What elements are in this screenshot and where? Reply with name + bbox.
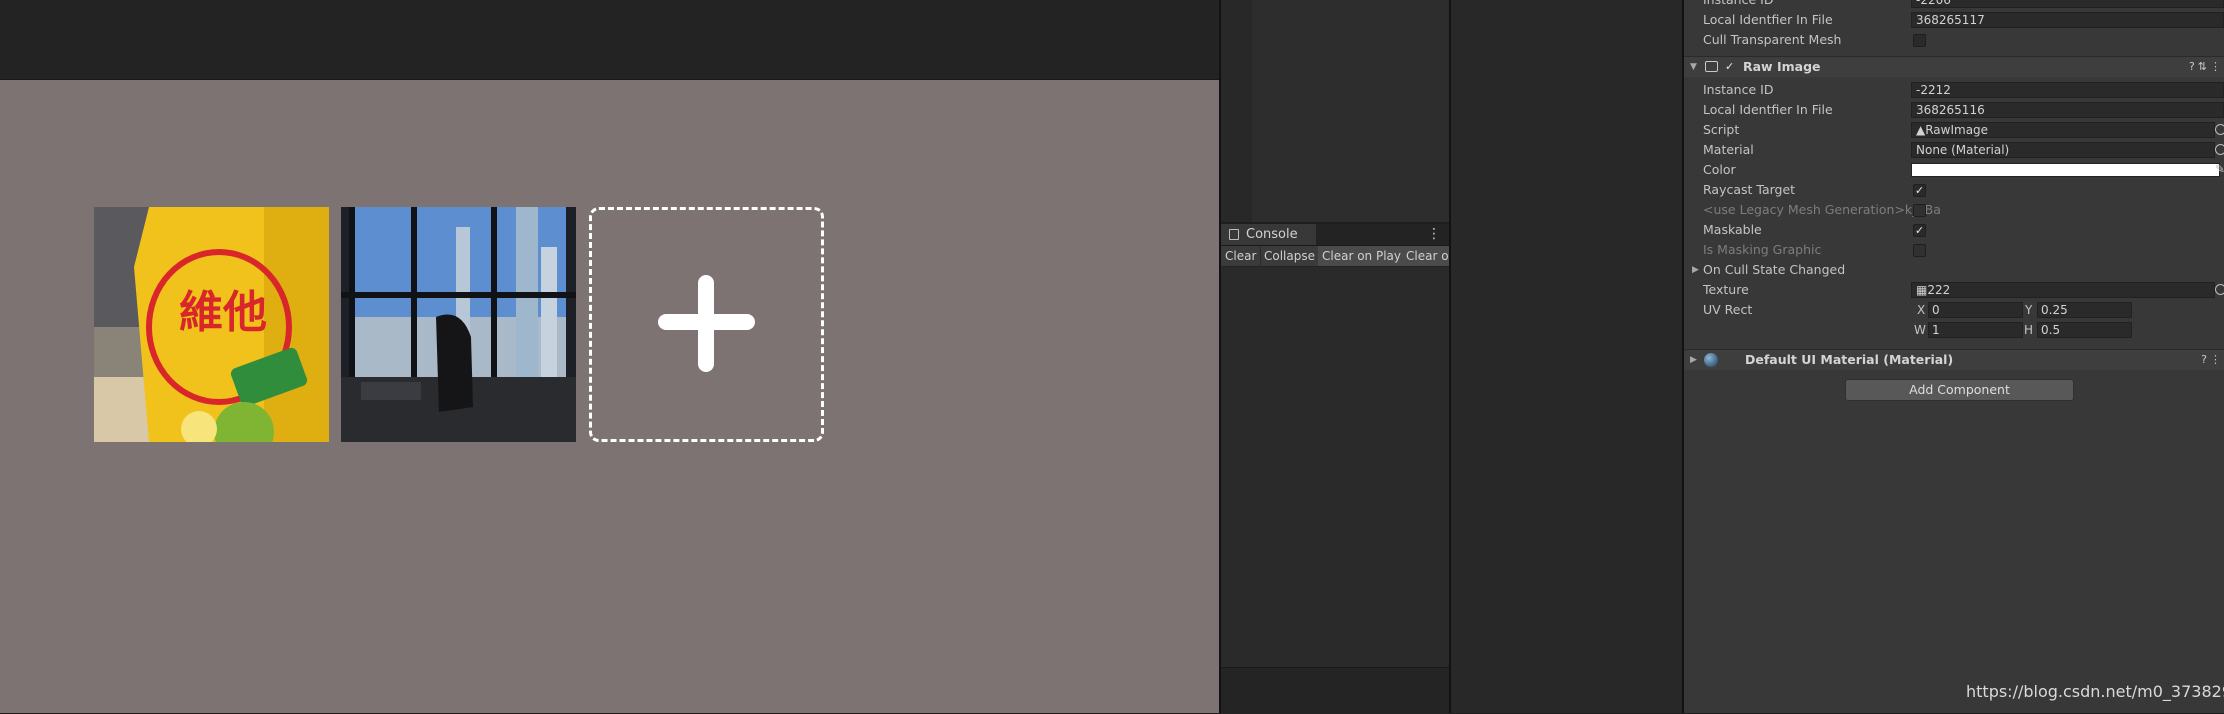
local-id-field[interactable]: 368265117 bbox=[1911, 12, 2224, 28]
expand-arrow-icon[interactable]: ▶ bbox=[1692, 260, 1699, 280]
instance-id-field[interactable]: -2212 bbox=[1911, 82, 2224, 98]
game-view-toolbar bbox=[0, 0, 1219, 80]
uv-h-label: H bbox=[2024, 323, 2034, 337]
tab-console[interactable]: Console bbox=[1221, 224, 1316, 245]
legacy-mesh-row: <use Legacy Mesh Generation>k__Ba bbox=[1684, 200, 2224, 220]
component-tools-icons[interactable]: ?⇅⋮ bbox=[2189, 57, 2224, 77]
clear-on-build-toggle[interactable]: Clear o bbox=[1402, 246, 1449, 266]
office-window-photo[interactable] bbox=[341, 207, 576, 442]
field-label: On Cull State Changed bbox=[1703, 262, 1846, 277]
console-icon bbox=[1229, 229, 1239, 240]
watermark: https://blog.csdn.net/m0_37382999 bbox=[1966, 682, 2224, 701]
texture-row: Texture ▦222 bbox=[1684, 280, 2224, 300]
game-view: 維他 bbox=[0, 80, 1219, 713]
local-id-field[interactable]: 368265116 bbox=[1911, 102, 2224, 118]
maskable-row: Maskable ✓ bbox=[1684, 220, 2224, 240]
object-picker-icon[interactable] bbox=[2215, 124, 2224, 135]
field-label: Script bbox=[1703, 122, 1740, 137]
local-id-row: Local Identfier In File 368265116 bbox=[1684, 100, 2224, 120]
material-row: Material None (Material) bbox=[1684, 140, 2224, 160]
uv-h-field[interactable]: 0.5 bbox=[2037, 322, 2132, 338]
collapse-button[interactable]: Collapse bbox=[1260, 246, 1320, 266]
field-label: Cull Transparent Mesh bbox=[1703, 32, 1842, 47]
plus-icon-vertical bbox=[698, 275, 714, 372]
material-field[interactable]: None (Material) bbox=[1911, 142, 2215, 158]
inspector-panel: Instance ID -2206 Local Identfier In Fil… bbox=[1684, 0, 2224, 713]
object-picker-icon[interactable] bbox=[2215, 284, 2224, 295]
uv-w-field[interactable]: 1 bbox=[1928, 322, 2023, 338]
field-label: Texture bbox=[1703, 282, 1749, 297]
field-label: Color bbox=[1703, 162, 1736, 177]
console-tabbar: Console ⋮ bbox=[1221, 224, 1449, 246]
eyedropper-icon[interactable]: ✎ bbox=[2215, 162, 2224, 176]
component-tools-icons[interactable]: ?⋮ bbox=[2201, 350, 2224, 370]
raycast-row: Raycast Target ✓ bbox=[1684, 180, 2224, 200]
uv-x-label: X bbox=[1917, 303, 1926, 317]
field-label: UV Rect bbox=[1703, 302, 1753, 317]
clear-on-play-toggle[interactable]: Clear on Play bbox=[1318, 246, 1406, 266]
maskable-checkbox[interactable]: ✓ bbox=[1913, 224, 1926, 237]
expand-arrow-icon[interactable]: ▶ bbox=[1690, 350, 1697, 370]
component-enabled-checkbox[interactable]: ✓ bbox=[1725, 61, 1737, 73]
color-swatch[interactable] bbox=[1911, 163, 2220, 177]
material-sphere-icon bbox=[1704, 353, 1718, 367]
material-component-header[interactable]: ▶ Default UI Material (Material) ?⋮ bbox=[1684, 349, 2224, 370]
legacy-mesh-checkbox bbox=[1913, 204, 1926, 217]
empty-panel bbox=[1451, 0, 1682, 713]
field-label: Local Identfier In File bbox=[1703, 12, 1833, 27]
upper-panel-content bbox=[1252, 0, 1449, 222]
uv-w-label: W bbox=[1914, 323, 1926, 337]
more-menu-icon[interactable]: ⋮ bbox=[1427, 224, 1441, 245]
field-label: Maskable bbox=[1703, 222, 1762, 237]
add-component-button[interactable]: Add Component bbox=[1845, 379, 2074, 401]
raw-image-header[interactable]: ▼ ✓ Raw Image ?⇅⋮ bbox=[1684, 56, 2224, 77]
script-row: Script ▲RawImage bbox=[1684, 120, 2224, 140]
uv-rect-row: UV Rect X 0 Y 0.25 bbox=[1684, 300, 2224, 320]
texture-field[interactable]: ▦222 bbox=[1911, 282, 2215, 298]
raycast-target-checkbox[interactable]: ✓ bbox=[1913, 184, 1926, 197]
field-label: Material bbox=[1703, 142, 1754, 157]
svg-text:維他: 維他 bbox=[179, 287, 267, 338]
color-row: Color ✎ bbox=[1684, 160, 2224, 180]
is-masking-checkbox bbox=[1913, 244, 1926, 257]
drink-carton-photo[interactable]: 維他 bbox=[94, 207, 329, 442]
uv-wh-row: W 1 H 0.5 bbox=[1684, 320, 2224, 340]
object-picker-icon[interactable] bbox=[2215, 144, 2224, 155]
is-masking-row: Is Masking Graphic bbox=[1684, 240, 2224, 260]
console-log-area[interactable] bbox=[1221, 267, 1449, 667]
field-label: <use Legacy Mesh Generation>k__Ba bbox=[1703, 202, 1941, 217]
field-label: Local Identfier In File bbox=[1703, 102, 1833, 117]
field-label: Raycast Target bbox=[1703, 182, 1796, 197]
field-label: Instance ID bbox=[1703, 82, 1774, 97]
add-image-button[interactable] bbox=[589, 207, 824, 442]
uv-y-label: Y bbox=[2025, 303, 2033, 317]
instance-id-row: Instance ID -2212 bbox=[1684, 80, 2224, 100]
local-id-row: Local Identfier In File 368265117 bbox=[1684, 10, 2224, 30]
console-toolbar: Clear Collapse Clear on Play Clear o bbox=[1221, 246, 1449, 267]
instance-id-field[interactable]: -2206 bbox=[1911, 0, 2224, 8]
console-detail-area bbox=[1221, 667, 1449, 714]
instance-id-row: Instance ID -2206 bbox=[1684, 0, 2224, 10]
component-title: Default UI Material (Material) bbox=[1745, 352, 1954, 367]
raw-image-icon bbox=[1705, 61, 1718, 72]
uv-y-field[interactable]: 0.25 bbox=[2037, 302, 2132, 318]
console-tab-label: Console bbox=[1246, 227, 1298, 242]
cull-transparent-checkbox[interactable] bbox=[1913, 34, 1926, 47]
script-field[interactable]: ▲RawImage bbox=[1911, 122, 2215, 138]
on-cull-row[interactable]: ▶ On Cull State Changed bbox=[1684, 260, 2224, 280]
component-title: Raw Image bbox=[1743, 59, 1821, 74]
cull-transparent-row: Cull Transparent Mesh bbox=[1684, 30, 2224, 50]
field-label: Is Masking Graphic bbox=[1703, 242, 1822, 257]
texture-asset-icon: ▦ bbox=[1916, 283, 1928, 297]
collapse-arrow-icon[interactable]: ▼ bbox=[1690, 57, 1697, 77]
script-asset-icon: ▲ bbox=[1916, 123, 1926, 137]
field-label: Instance ID bbox=[1703, 0, 1773, 10]
uv-x-field[interactable]: 0 bbox=[1928, 302, 2023, 318]
clear-button[interactable]: Clear bbox=[1221, 246, 1262, 266]
